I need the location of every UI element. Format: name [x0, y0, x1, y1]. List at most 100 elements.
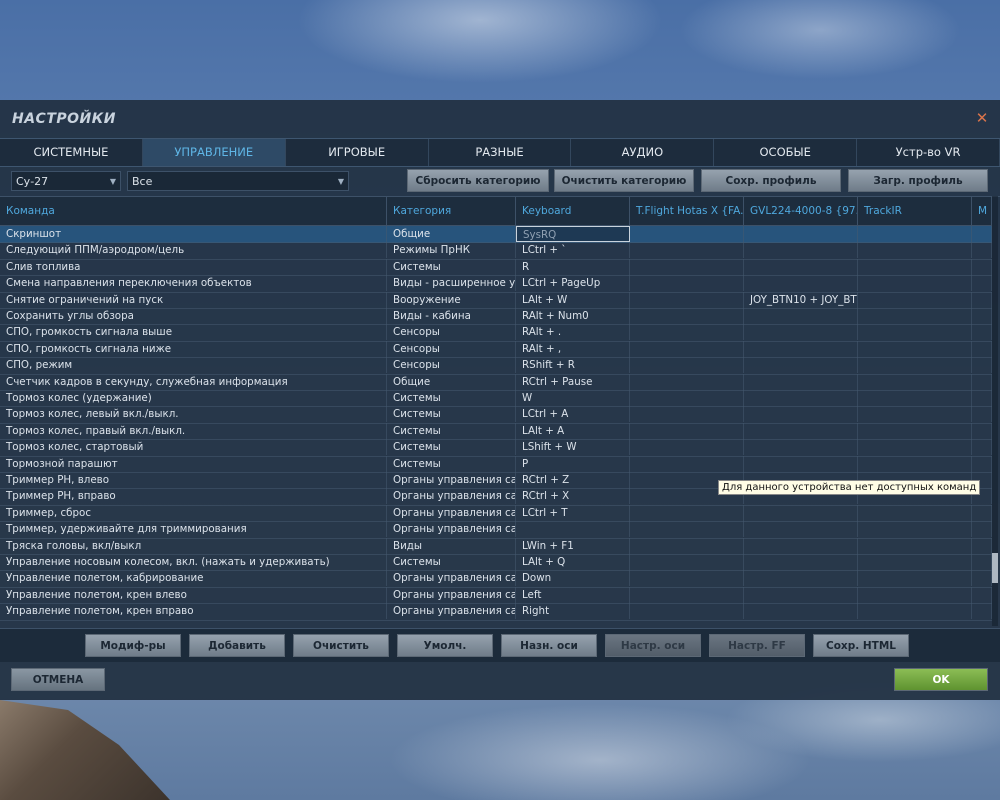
category-cell[interactable]: Органы управления сам — [387, 472, 516, 488]
save-profile-button[interactable]: Сохр. профиль — [701, 169, 841, 192]
command-cell[interactable]: Триммер, сброс — [0, 504, 387, 521]
keyboard-cell[interactable]: LCtrl + PageUp — [516, 275, 630, 292]
tflight-cell[interactable] — [630, 455, 744, 472]
table-row[interactable]: Тормоз колес, правый вкл./выкл. Системы LA… — [0, 422, 992, 441]
category-cell[interactable]: Органы управления сам — [387, 603, 516, 620]
more-cell[interactable] — [972, 455, 992, 472]
gvl-cell[interactable] — [744, 357, 858, 374]
tflight-cell[interactable] — [630, 242, 744, 259]
table-row[interactable]: Счетчик кадров в секунду, служебная инфо… — [0, 373, 992, 391]
gvl-cell[interactable] — [744, 340, 858, 357]
gvl-cell[interactable] — [744, 422, 858, 439]
category-cell[interactable]: Органы управления сам — [387, 521, 516, 538]
column-header-keyboard[interactable]: Keyboard — [516, 197, 630, 225]
add-button[interactable]: Добавить — [189, 634, 285, 657]
tab-misc[interactable]: РАЗНЫЕ — [429, 139, 572, 166]
trackir-cell[interactable] — [858, 570, 972, 587]
category-cell[interactable]: Системы — [387, 390, 516, 406]
tab-special[interactable]: ОСОБЫЕ — [714, 139, 858, 166]
more-cell[interactable] — [972, 291, 992, 308]
more-cell[interactable] — [972, 258, 992, 275]
more-cell[interactable] — [972, 586, 992, 603]
tflight-cell[interactable] — [630, 324, 744, 341]
keyboard-cell[interactable]: RShift + R — [516, 357, 630, 374]
scrollbar-thumb[interactable] — [992, 553, 998, 583]
gvl-cell[interactable] — [744, 406, 858, 423]
keyboard-cell[interactable]: RAlt + . — [516, 324, 630, 341]
keyboard-cell[interactable]: RCtrl + X — [516, 488, 630, 505]
close-icon[interactable]: ✕ — [974, 110, 990, 126]
category-cell[interactable]: Системы — [387, 554, 516, 570]
keyboard-cell[interactable]: RAlt + Num0 — [516, 308, 630, 324]
keyboard-cell[interactable]: LCtrl + T — [516, 504, 630, 521]
trackir-cell[interactable] — [858, 242, 972, 259]
command-cell[interactable]: Тормоз колес, стартовый — [0, 439, 387, 456]
modifiers-button[interactable]: Модиф-ры — [85, 634, 181, 657]
tflight-cell[interactable] — [630, 340, 744, 357]
category-cell[interactable]: Системы — [387, 455, 516, 472]
table-row[interactable]: Тормоз колес, стартовый Системы LShift + W — [0, 439, 992, 457]
table-row[interactable]: СПО, режим Сенсоры RShift + R — [0, 357, 992, 375]
category-cell[interactable]: Системы — [387, 439, 516, 456]
trackir-cell[interactable] — [858, 406, 972, 423]
trackir-cell[interactable] — [858, 390, 972, 406]
keyboard-cell[interactable]: LAlt + W — [516, 291, 630, 308]
gvl-cell[interactable] — [744, 570, 858, 587]
category-cell[interactable]: Органы управления сам — [387, 488, 516, 505]
column-header-tflight[interactable]: T.Flight Hotas X {FA... — [630, 197, 744, 225]
trackir-cell[interactable] — [858, 586, 972, 603]
category-cell[interactable]: Системы — [387, 422, 516, 439]
tab-system[interactable]: СИСТЕМНЫЕ — [0, 139, 143, 166]
trackir-cell[interactable] — [858, 504, 972, 521]
table-row[interactable]: Тормозной парашют Системы P — [0, 455, 992, 473]
table-row[interactable]: СПО, громкость сигнала ниже Сенсоры RAlt +… — [0, 340, 992, 359]
gvl-cell[interactable] — [744, 504, 858, 521]
command-cell[interactable]: СПО, режим — [0, 357, 387, 374]
gvl-cell[interactable] — [744, 537, 858, 554]
table-row[interactable]: Управление полетом, крен вправо Органы уп… — [0, 603, 992, 621]
more-cell[interactable] — [972, 242, 992, 259]
keyboard-cell[interactable]: LAlt + A — [516, 422, 630, 439]
command-cell[interactable]: Управление полетом, крен влево — [0, 586, 387, 603]
trackir-cell[interactable] — [858, 275, 972, 292]
command-cell[interactable]: Триммер РН, вправо — [0, 488, 387, 505]
gvl-cell[interactable] — [744, 308, 858, 324]
keyboard-cell[interactable]: W — [516, 390, 630, 406]
more-cell[interactable] — [972, 390, 992, 406]
gvl-cell[interactable] — [744, 439, 858, 456]
table-row[interactable]: Тормоз колес (удержание) Системы W — [0, 390, 992, 408]
load-profile-button[interactable]: Загр. профиль — [848, 169, 988, 192]
keyboard-cell[interactable]: LShift + W — [516, 439, 630, 456]
tflight-cell[interactable] — [630, 390, 744, 406]
table-row[interactable]: Слив топлива Системы R — [0, 258, 992, 277]
keyboard-cell[interactable]: R — [516, 258, 630, 275]
table-row[interactable]: Снятие ограничений на пуск Вооружение LAlt… — [0, 291, 992, 309]
keyboard-cell[interactable]: LCtrl + ` — [516, 242, 630, 259]
more-cell[interactable] — [972, 422, 992, 439]
keyboard-cell[interactable]: P — [516, 455, 630, 472]
gvl-cell[interactable] — [744, 324, 858, 341]
tflight-cell[interactable] — [630, 570, 744, 587]
table-row[interactable]: Сохранить углы обзора Виды - кабина RAlt +… — [0, 308, 992, 326]
keyboard-cell[interactable] — [516, 521, 630, 538]
gvl-cell[interactable] — [744, 586, 858, 603]
trackir-cell[interactable] — [858, 308, 972, 324]
clear-button[interactable]: Очистить — [293, 634, 389, 657]
keyboard-cell[interactable]: Left — [516, 586, 630, 603]
tflight-cell[interactable] — [630, 406, 744, 423]
more-cell[interactable] — [972, 357, 992, 374]
aircraft-select[interactable]: Су-27 ▼ — [11, 171, 121, 191]
category-cell[interactable]: Вооружение — [387, 291, 516, 308]
tab-controls[interactable]: УПРАВЛЕНИЕ — [142, 139, 286, 166]
keyboard-cell[interactable]: LAlt + Q — [516, 554, 630, 570]
tflight-cell[interactable] — [630, 554, 744, 570]
column-header-command[interactable]: Команда — [0, 197, 387, 225]
trackir-cell[interactable] — [858, 226, 972, 242]
gvl-cell[interactable]: JOY_BTN10 + JOY_BTN — [744, 291, 858, 308]
keyboard-cell[interactable]: RAlt + , — [516, 340, 630, 357]
more-cell[interactable] — [972, 439, 992, 456]
keyboard-cell[interactable]: SysRQ — [516, 226, 630, 242]
keyboard-cell[interactable]: LCtrl + A — [516, 406, 630, 423]
column-header-category[interactable]: Категория — [387, 197, 516, 225]
table-row[interactable]: Скриншот Общие SysRQ — [0, 226, 992, 244]
